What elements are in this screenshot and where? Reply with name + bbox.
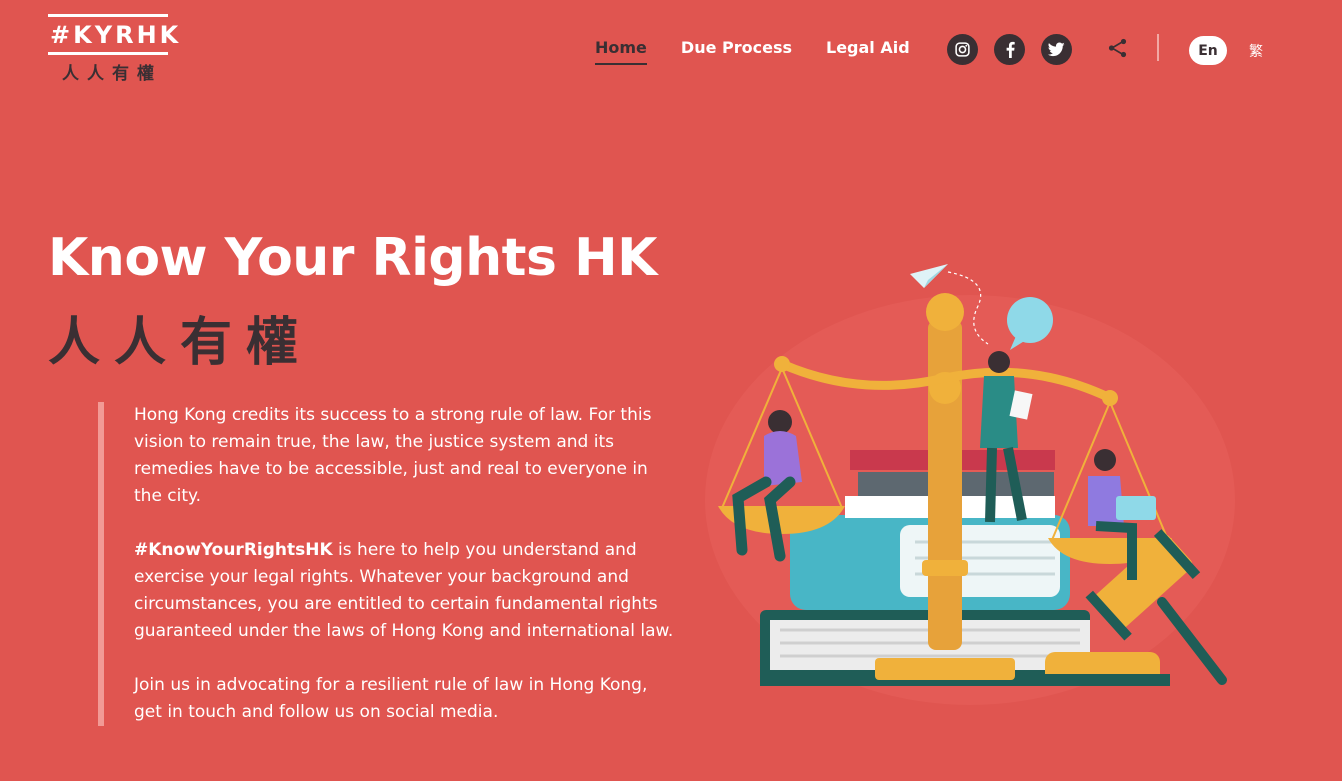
hashtag-text: #KnowYourRightsHK — [134, 540, 333, 560]
logo-hashtag: #KYRHK — [48, 14, 178, 55]
nav-home[interactable]: Home — [595, 38, 647, 65]
social-links — [947, 34, 1072, 65]
intro-paragraph-1: Hong Kong credits its success to a stron… — [134, 405, 652, 506]
logo-chinese: 人人有權 — [62, 64, 162, 84]
share-icon[interactable] — [1107, 37, 1129, 59]
lang-zh-button[interactable]: 繁 — [1249, 41, 1263, 61]
intro-paragraph-3: Join us in advocating for a resilient ru… — [134, 675, 648, 722]
facebook-icon[interactable] — [994, 34, 1025, 65]
justice-scale-illustration — [705, 264, 1235, 705]
intro-paragraph-2: #KnowYourRightsHK is here to help you un… — [134, 537, 674, 645]
twitter-icon[interactable] — [1041, 34, 1072, 65]
instagram-icon[interactable] — [947, 34, 978, 65]
hero-title-chinese: 人人有權 — [48, 313, 313, 373]
hero-title: Know Your Rights HK — [48, 228, 657, 288]
lang-en-button[interactable]: En — [1189, 36, 1227, 65]
nav-legal-aid[interactable]: Legal Aid — [826, 38, 910, 65]
site-logo[interactable]: #KYRHK 人人有權 — [48, 14, 178, 84]
header-divider — [1157, 34, 1159, 61]
quote-bar — [98, 402, 104, 726]
nav-due-process[interactable]: Due Process — [681, 38, 792, 65]
main-nav: Home Due Process Legal Aid — [595, 38, 910, 65]
intro-text: Hong Kong credits its success to a stron… — [134, 402, 674, 726]
